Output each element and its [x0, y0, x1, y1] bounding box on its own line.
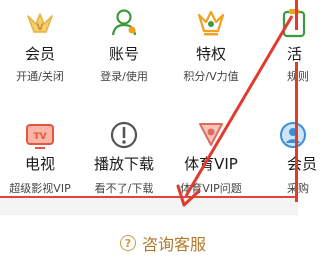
- help-circle-icon: ?: [120, 235, 136, 251]
- consult-service-button[interactable]: ? 咨询客服: [120, 230, 206, 256]
- customer-service-panel: ? 咨询客服: [0, 214, 298, 274]
- alert-circle-icon: [107, 118, 141, 152]
- sport-vip-icon: [194, 118, 228, 152]
- category-subtitle: 采购: [287, 182, 309, 195]
- svg-text:TV: TV: [33, 132, 46, 142]
- annotation-frame-right-top: [295, 0, 298, 30]
- section-separator: [0, 196, 298, 214]
- tv-icon: TV: [23, 118, 57, 152]
- annotation-frame-right: [295, 62, 298, 202]
- category-subtitle: 看不了/下载: [94, 182, 154, 195]
- help-category-grid: V 会员 开通/关闭 账号 登录/使用 特权 积分/V力值 活 规则 TV 电视…: [0, 0, 317, 196]
- category-member-purchase[interactable]: 会员 采购: [243, 0, 320, 196]
- annotation-highlight-line: [0, 196, 298, 198]
- member-purchase-icon: [276, 118, 310, 152]
- consult-service-label: 咨询客服: [142, 235, 207, 254]
- category-title: 播放下载: [93, 155, 154, 173]
- category-title: 会员: [287, 155, 318, 173]
- category-playback-download[interactable]: 播放下载 看不了/下载: [74, 0, 174, 196]
